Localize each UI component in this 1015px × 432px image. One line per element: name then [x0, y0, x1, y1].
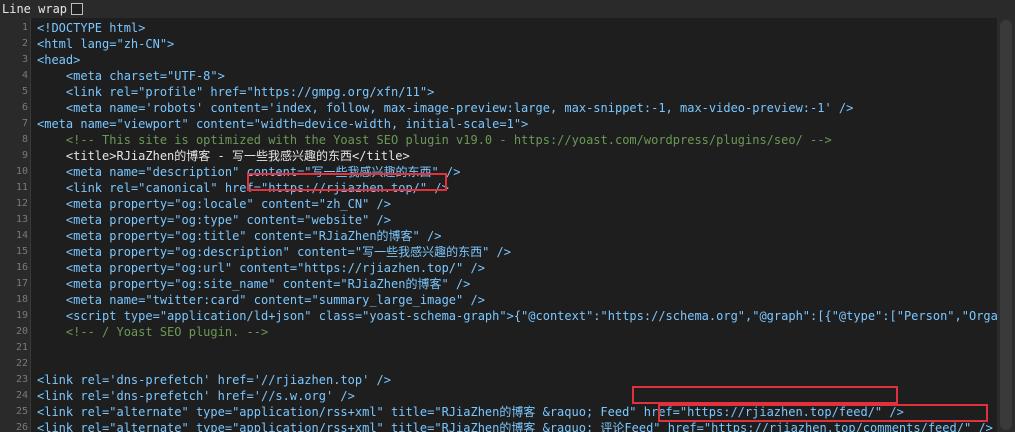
- line-number: 21: [15, 342, 28, 353]
- line-number: 1: [21, 22, 28, 33]
- line-text: <meta name="twitter:card" content="summa…: [37, 293, 485, 307]
- line-number: 8: [21, 134, 28, 145]
- line-text: <script type="application/ld+json" class…: [37, 309, 997, 323]
- line-text: <!-- This site is optimized with the Yoa…: [37, 133, 832, 147]
- line-text: <meta property="og:url" content="https:/…: [37, 261, 485, 275]
- line-text: <meta property="og:description" content=…: [37, 245, 512, 259]
- line-wrap-label: Line wrap: [2, 2, 68, 16]
- line-number: 10: [15, 166, 28, 177]
- line-text: <link rel='dns-prefetch' href='//s.w.org…: [37, 389, 355, 403]
- line-text: <meta name='robots' content='index, foll…: [37, 101, 854, 115]
- line-number: 24: [15, 390, 28, 401]
- line-text: <!DOCTYPE html>: [37, 21, 146, 35]
- line-text: <title>RJiaZhen的博客 - 写一些我感兴趣的东西</title>: [37, 149, 410, 163]
- line-number: 5: [21, 86, 28, 97]
- line-text: <link rel="profile" href="https://gmpg.o…: [37, 85, 435, 99]
- line-text: <meta name="description" content="写一些我感兴…: [37, 165, 461, 179]
- line-number: 9: [21, 150, 28, 161]
- line-number: 12: [15, 198, 28, 209]
- line-text: <link rel="alternate" type="application/…: [37, 421, 993, 432]
- line-number: 16: [15, 262, 28, 273]
- line-number: 17: [15, 278, 28, 289]
- line-text: <link rel='dns-prefetch' href='//rjiazhe…: [37, 373, 392, 387]
- code-editor[interactable]: 1 <!DOCTYPE html> 2 <html lang="zh-CN"> 3 <he…: [0, 18, 997, 432]
- line-number: 2: [21, 38, 28, 49]
- line-number: 4: [21, 70, 28, 81]
- line-text: <meta property="og:locale" content="zh_C…: [37, 197, 392, 211]
- line-number: 11: [15, 182, 28, 193]
- line-text: <head>: [37, 53, 81, 67]
- scrollbar-thumb[interactable]: [1000, 20, 1012, 430]
- line-number: 18: [15, 294, 28, 305]
- line-number: 6: [21, 102, 28, 113]
- vertical-scrollbar[interactable]: [997, 18, 1015, 432]
- line-text: <meta name="viewport" content="width=dev…: [37, 117, 529, 131]
- line-number: 26: [15, 422, 28, 432]
- line-wrap-checkbox[interactable]: [71, 3, 84, 15]
- line-text: <meta property="og:title" content="RJiaZ…: [37, 229, 442, 243]
- line-text: <meta property="og:site_name" content="R…: [37, 277, 471, 291]
- line-text: <meta charset="UTF-8">: [37, 69, 225, 83]
- toolbar: Line wrap: [0, 0, 1015, 19]
- line-text: <!-- / Yoast SEO plugin. -->: [37, 325, 269, 339]
- line-text: <html lang="zh-CN">: [37, 37, 175, 51]
- line-number: 13: [15, 214, 28, 225]
- line-number: 19: [15, 310, 28, 321]
- line-text: <meta property="og:type" content="websit…: [37, 213, 392, 227]
- code-area[interactable]: 1 <!DOCTYPE html> 2 <html lang="zh-CN"> 3 <he…: [16, 18, 997, 432]
- line-number: 23: [15, 374, 28, 385]
- line-number: 14: [15, 230, 28, 241]
- line-text: <link rel="canonical" href="https://rjia…: [37, 181, 449, 195]
- line-number: 15: [15, 246, 28, 257]
- line-text: <link rel="alternate" type="application/…: [37, 405, 904, 419]
- line-number: 7: [21, 118, 28, 129]
- line-number: 22: [15, 358, 28, 369]
- line-number: 25: [15, 406, 28, 417]
- line-number: 3: [21, 54, 28, 65]
- line-number: 20: [15, 326, 28, 337]
